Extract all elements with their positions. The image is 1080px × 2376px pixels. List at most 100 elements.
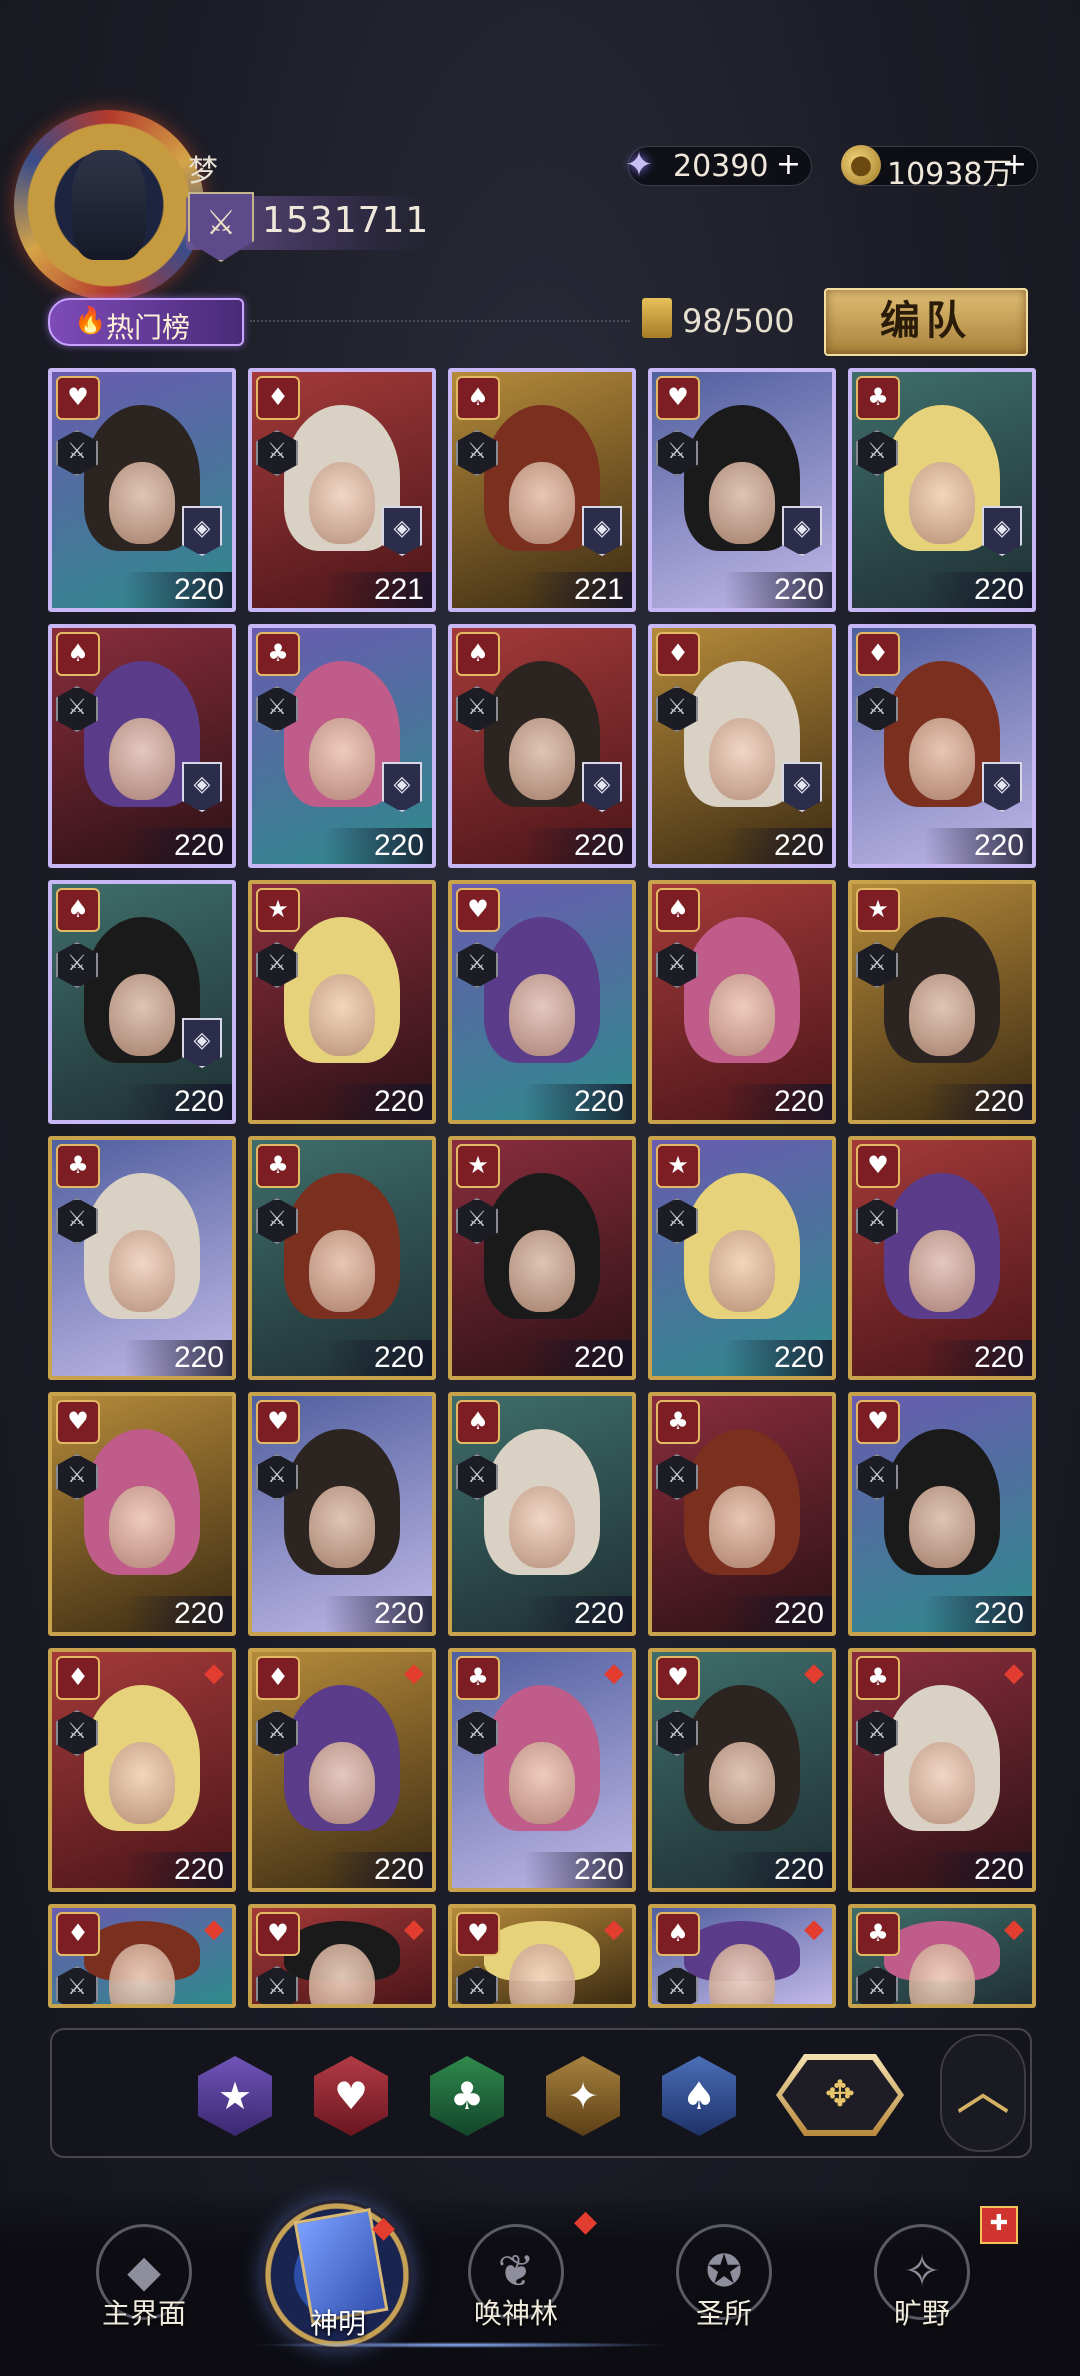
hero-card[interactable]: ♥ ⚔ ◈ 220 — [648, 368, 836, 612]
hero-card[interactable]: ♥ ⚔ 220 — [448, 880, 636, 1124]
hero-card[interactable]: ★ ⚔ 220 — [248, 880, 436, 1124]
suit-badge-icon: ♥ — [456, 1912, 500, 1956]
gem-icon: ✦ — [624, 145, 654, 185]
crossed-swords-icon: ⚔ — [188, 192, 254, 262]
suit-badge-icon: ♣ — [456, 1656, 500, 1700]
hero-card[interactable]: ♣ ⚔ ◈ 220 — [848, 368, 1036, 612]
hero-level: 220 — [324, 1084, 432, 1120]
hero-card[interactable]: ♣ ⚔ ◆ — [848, 1904, 1036, 2008]
nav-summon-forest[interactable]: ❦ 唤神林 — [456, 2224, 576, 2330]
team-formation-button[interactable]: 编队 — [824, 288, 1028, 356]
hero-level: 221 — [524, 572, 632, 608]
hero-level: 220 — [124, 828, 232, 864]
hero-card[interactable]: ♠ ⚔ ◈ 220 — [48, 880, 236, 1124]
hero-card[interactable]: ♦ ⚔ ◆ 220 — [48, 1648, 236, 1892]
hero-face — [309, 717, 375, 800]
hero-card[interactable]: ♦ ⚔ ◈ 220 — [648, 624, 836, 868]
hero-face — [309, 1485, 375, 1568]
hero-card[interactable]: ♥ ⚔ 220 — [848, 1392, 1036, 1636]
hero-face — [109, 1741, 175, 1824]
hero-card[interactable]: ♣ ⚔ ◈ 220 — [248, 624, 436, 868]
suit-badge-icon: ♦ — [256, 376, 300, 420]
hero-card[interactable]: ♠ ⚔ ◈ 220 — [48, 624, 236, 868]
hero-face — [709, 1485, 775, 1568]
hero-card[interactable]: ★ ⚔ 220 — [648, 1136, 836, 1380]
hero-face — [709, 1741, 775, 1824]
hero-card[interactable]: ♥ ⚔ 220 — [848, 1136, 1036, 1380]
hero-card[interactable]: ♣ ⚔ 220 — [248, 1136, 436, 1380]
hero-face — [109, 1485, 175, 1568]
flame-icon: 🔥 — [74, 306, 107, 336]
hero-level: 220 — [524, 1084, 632, 1120]
gem-add-button[interactable]: + — [776, 147, 801, 182]
suit-badge-icon: ♥ — [256, 1912, 300, 1956]
hero-card[interactable]: ♦ ⚔ ◆ — [48, 1904, 236, 2008]
suit-badge-icon: ♣ — [256, 632, 300, 676]
hero-level: 220 — [724, 572, 832, 608]
hero-card[interactable]: ♠ ⚔ ◈ 221 — [448, 368, 636, 612]
hero-face — [309, 461, 375, 544]
hero-face — [909, 1485, 975, 1568]
hero-face — [909, 973, 975, 1056]
suit-badge-icon: ♠ — [656, 888, 700, 932]
suit-badge-icon: ♣ — [656, 1400, 700, 1444]
hero-card[interactable]: ★ ⚔ 220 — [448, 1136, 636, 1380]
hero-card[interactable]: ♥ ⚔ 220 — [48, 1392, 236, 1636]
suit-badge-icon: ★ — [856, 888, 900, 932]
collapse-chevron-icon[interactable]: ︿ — [940, 2034, 1026, 2152]
player-avatar[interactable] — [14, 110, 204, 300]
hero-card[interactable]: ♥ ⚔ 220 — [248, 1392, 436, 1636]
nav-gods-label: 神明 — [309, 2307, 366, 2340]
nav-wilderness[interactable]: ✧ 旷野 — [862, 2224, 982, 2330]
hero-level: 220 — [924, 828, 1032, 864]
hero-level: 220 — [924, 1084, 1032, 1120]
hero-card[interactable]: ♠ ⚔ 220 — [648, 880, 836, 1124]
suit-badge-icon: ♣ — [856, 1656, 900, 1700]
hero-card[interactable]: ♣ ⚔ 220 — [48, 1136, 236, 1380]
hero-card[interactable]: ♥ ⚔ ◆ 220 — [648, 1648, 836, 1892]
gem-value: 20390 — [673, 149, 769, 184]
hero-face — [509, 1741, 575, 1824]
hero-card[interactable]: ★ ⚔ 220 — [848, 880, 1036, 1124]
hero-card[interactable]: ♥ ⚔ ◆ — [448, 1904, 636, 2008]
card-count-icon — [642, 298, 672, 338]
suit-badge-icon: ♣ — [256, 1144, 300, 1188]
suit-badge-icon: ♥ — [656, 376, 700, 420]
gold-currency[interactable]: ● 10938万 + — [841, 145, 1038, 192]
hero-face — [509, 1485, 575, 1568]
gem-currency[interactable]: ✦ 20390 + — [625, 145, 812, 186]
hero-card[interactable]: ♣ ⚔ ◆ 220 — [448, 1648, 636, 1892]
suit-badge-icon: ♥ — [456, 888, 500, 932]
hero-card[interactable]: ♥ ⚔ ◈ 220 — [48, 368, 236, 612]
suit-badge-icon: ♠ — [456, 632, 500, 676]
hero-card[interactable]: ♣ ⚔ ◆ 220 — [848, 1648, 1036, 1892]
hero-face — [909, 1741, 975, 1824]
hero-card[interactable]: ♦ ⚔ ◈ 221 — [248, 368, 436, 612]
hero-card[interactable]: ♣ ⚔ 220 — [648, 1392, 836, 1636]
gold-add-button[interactable]: + — [1002, 147, 1027, 182]
nav-sanctuary[interactable]: ✪ 圣所 — [664, 2224, 784, 2330]
hero-face — [309, 1229, 375, 1312]
hero-card[interactable]: ♠ ⚔ ◆ — [648, 1904, 836, 2008]
card-count: 98/500 — [682, 302, 795, 340]
hero-level: 220 — [924, 1852, 1032, 1888]
hot-ranking-tab[interactable]: 🔥 热门榜 — [48, 298, 244, 346]
divider — [250, 320, 630, 322]
hero-face — [309, 973, 375, 1056]
hero-card[interactable]: ♠ ⚔ ◈ 220 — [448, 624, 636, 868]
suit-badge-icon: ♠ — [456, 376, 500, 420]
suit-badge-icon: ♠ — [656, 1912, 700, 1956]
hero-card[interactable]: ♦ ⚔ ◈ 220 — [848, 624, 1036, 868]
hero-level: 220 — [924, 572, 1032, 608]
hero-card[interactable]: ♠ ⚔ 220 — [448, 1392, 636, 1636]
hero-card[interactable]: ♦ ⚔ ◆ 220 — [248, 1648, 436, 1892]
suit-badge-icon: ♠ — [56, 632, 100, 676]
notification-diamond-icon: ◆ — [574, 2204, 598, 2239]
nav-main[interactable]: ◆ 主界面 — [84, 2224, 204, 2330]
gift-icon[interactable]: ✚ — [980, 2206, 1018, 2244]
hero-face — [309, 1741, 375, 1824]
hero-level: 220 — [124, 1852, 232, 1888]
suit-badge-icon: ♥ — [656, 1656, 700, 1700]
hero-card[interactable]: ♥ ⚔ ◆ — [248, 1904, 436, 2008]
player-name: 梦 — [188, 154, 218, 189]
